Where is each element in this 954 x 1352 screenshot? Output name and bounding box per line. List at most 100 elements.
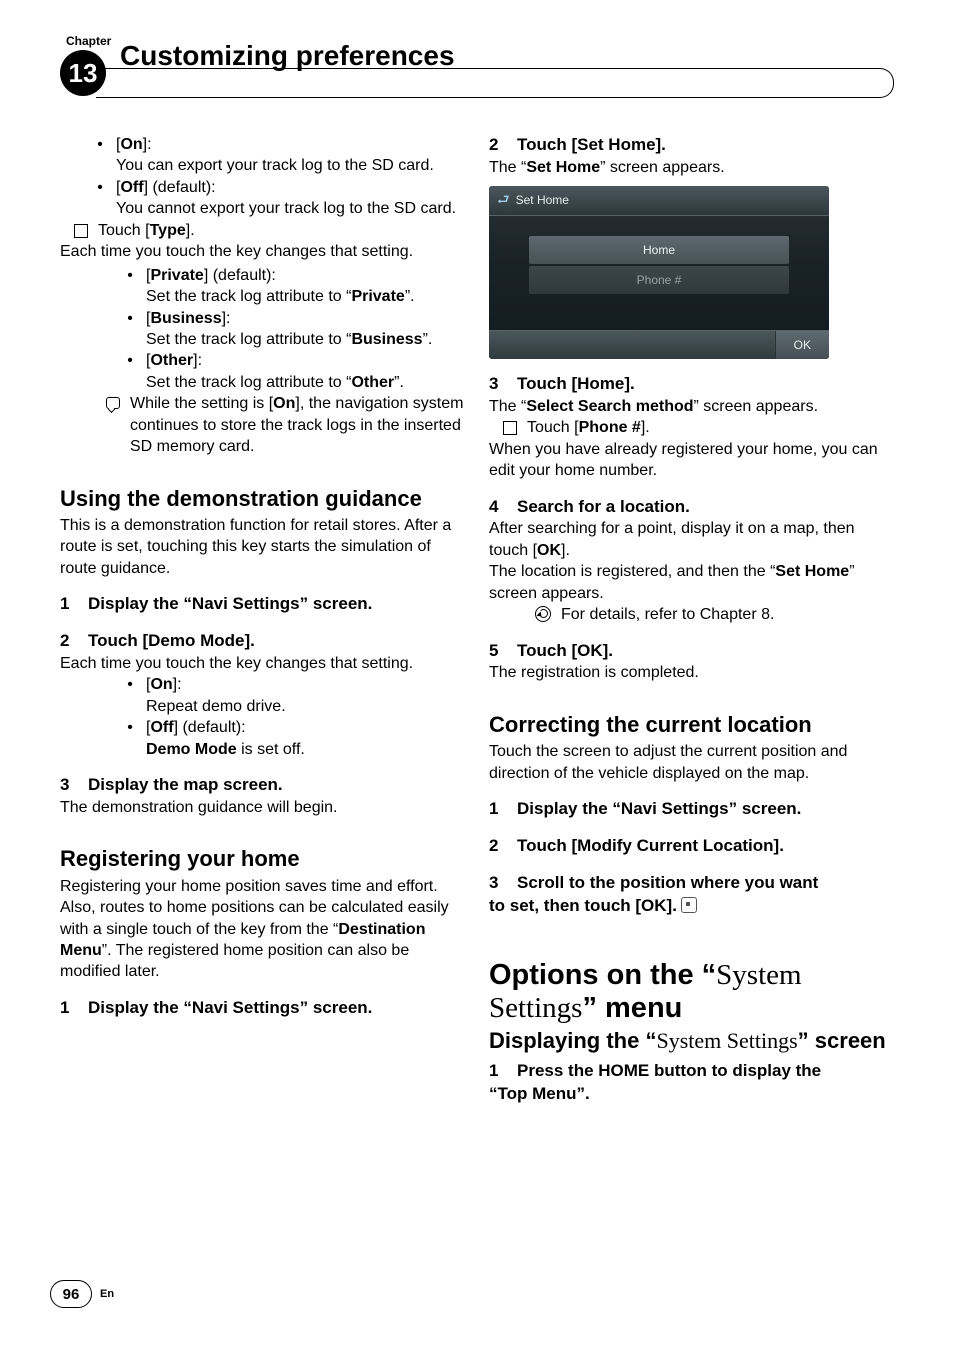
page-footer: 96 En (50, 1280, 114, 1308)
step-heading: 2Touch [Modify Current Location]. (489, 835, 894, 858)
reference-row: For details, refer to Chapter 8. (535, 604, 894, 625)
key-phone: Phone # (579, 419, 641, 436)
text: Set the track log attribute to “ (146, 374, 351, 391)
bullet-dot-icon: • (94, 134, 106, 177)
text: ” screen appears. (694, 398, 819, 415)
chapter-title: Customizing preferences (94, 42, 894, 70)
correct-intro: Touch the screen to adjust the current p… (489, 741, 894, 784)
step-heading: 5Touch [OK]. (489, 640, 894, 663)
text: Options on the “ (489, 959, 716, 991)
frame-row-phone[interactable]: Phone # (529, 266, 789, 294)
bullet-dot-icon: • (94, 177, 106, 220)
text: The “ (489, 398, 526, 415)
text: ]. (561, 542, 570, 559)
step-text: Touch [Modify Current Location]. (517, 836, 784, 855)
step-text: Touch [Demo Mode]. (88, 631, 255, 650)
step3-desc: The “Select Search method” screen appear… (489, 396, 894, 417)
step-heading: 1Display the “Navi Settings” screen. (60, 593, 465, 616)
step-heading: 1Press the HOME button to display the (489, 1060, 894, 1083)
step-text: Touch [Home]. (517, 374, 635, 393)
back-arrow-icon[interactable]: ⮐ (497, 190, 510, 209)
frame-ok-button[interactable]: OK (775, 331, 829, 359)
step4-p1: After searching for a point, display it … (489, 518, 894, 561)
step-heading: 3Display the map screen. (60, 774, 465, 797)
frame-title: Set Home (516, 192, 569, 208)
text: ” menu (582, 992, 682, 1024)
step4-p2: The location is registered, and then the… (489, 561, 894, 604)
text-bold: On (273, 395, 295, 412)
page-language: En (100, 1288, 114, 1300)
bullet-dot-icon: • (124, 308, 136, 351)
left-column: • [On]: You can export your track log to… (60, 134, 465, 1106)
demo-on-label: On (150, 676, 172, 693)
demo-begin-text: The demonstration guidance will begin. (60, 797, 465, 818)
list-item: • [Off] (default): Demo Mode is set off. (124, 717, 465, 760)
step-heading: 1Display the “Navi Settings” screen. (489, 798, 894, 821)
option-on-desc: You can export your track log to the SD … (116, 155, 465, 176)
bullet-dot-icon: • (124, 674, 136, 717)
option-other-label: Other (150, 352, 193, 369)
text-bold: Set Home (526, 159, 600, 176)
demo-each-time: Each time you touch the key changes that… (60, 653, 465, 674)
set-home-screenshot: ⮐ Set Home Home Phone # OK (489, 186, 894, 359)
text: Set the track log attribute to “ (146, 288, 351, 305)
bullet-dot-icon: • (124, 350, 136, 393)
step3b-line: to set, then touch [OK]. (489, 895, 894, 918)
text-bold: Private (351, 288, 404, 305)
text: The “ (489, 159, 526, 176)
bullet-dot-icon: • (124, 717, 136, 760)
text: ]. (186, 222, 195, 239)
list-item: • [Other]: Set the track log attribute t… (124, 350, 465, 393)
reference-text: For details, refer to Chapter 8. (561, 604, 774, 625)
step-heading: 1Display the “Navi Settings” screen. (60, 997, 465, 1020)
list-item: • [Private] (default): Set the track log… (124, 265, 465, 308)
demo-intro: This is a demonstration function for ret… (60, 515, 465, 579)
reference-icon (535, 606, 551, 622)
step1b-line: “Top Menu”. (489, 1083, 894, 1106)
list-item: • [Off] (default): You cannot export you… (94, 177, 465, 220)
section-display-screen: Displaying the “System Settings” screen (489, 1028, 894, 1054)
frame-row-home[interactable]: Home (529, 236, 789, 264)
key-type: Type (150, 222, 186, 239)
step-text: Press the HOME button to display the (517, 1061, 821, 1080)
text: is set off. (237, 741, 305, 758)
text-bold: Select Search method (526, 398, 693, 415)
step-text: Display the “Navi Settings” screen. (517, 799, 801, 818)
step-heading: 4Search for a location. (489, 496, 894, 519)
each-time-text: Each time you touch the key changes that… (60, 241, 465, 262)
note-icon (106, 397, 120, 409)
text: Touch [ (527, 419, 579, 436)
text: ]. (641, 419, 650, 436)
list-item: • [On]: You can export your track log to… (94, 134, 465, 177)
step-text: Scroll to the position where you want (517, 873, 818, 892)
step-heading: 2Touch [Set Home]. (489, 134, 894, 157)
screen-name: System Settings (656, 1028, 797, 1053)
step-heading: 2Touch [Demo Mode]. (60, 630, 465, 653)
demo-off-default: (default): (178, 719, 246, 736)
text: Set the track log attribute to “ (146, 331, 351, 348)
option-business-label: Business (150, 310, 221, 327)
text: While the setting is [ (130, 395, 273, 412)
square-bullet-icon (74, 224, 88, 238)
square-bullet-icon (503, 421, 517, 435)
demo-on-text: Repeat demo drive. (146, 696, 465, 717)
sub-instruction: Touch [Phone #]. (503, 417, 894, 438)
section-demo-guidance: Using the demonstration guidance (60, 484, 465, 513)
option-private-label: Private (150, 267, 203, 284)
step5-desc: The registration is completed. (489, 662, 894, 683)
frame-header: ⮐ Set Home (489, 186, 829, 216)
option-off-desc: You cannot export your track log to the … (116, 198, 465, 219)
section-register-home: Registering your home (60, 844, 465, 873)
step-text: Touch [OK]. (517, 641, 613, 660)
demo-mode-bold: Demo Mode (146, 741, 237, 758)
step2-desc: The “Set Home” screen appears. (489, 157, 894, 178)
step-text: Touch [Set Home]. (517, 135, 666, 154)
chapter-header: 13 Customizing preferences (60, 42, 894, 104)
text: ”. (405, 288, 415, 305)
text-bold: Set Home (775, 563, 849, 580)
page-number: 96 (50, 1280, 92, 1308)
text: ” screen appears. (600, 159, 725, 176)
option-off-default: (default): (148, 179, 216, 196)
step-text: Display the map screen. (88, 775, 283, 794)
bullet-dot-icon: • (124, 265, 136, 308)
